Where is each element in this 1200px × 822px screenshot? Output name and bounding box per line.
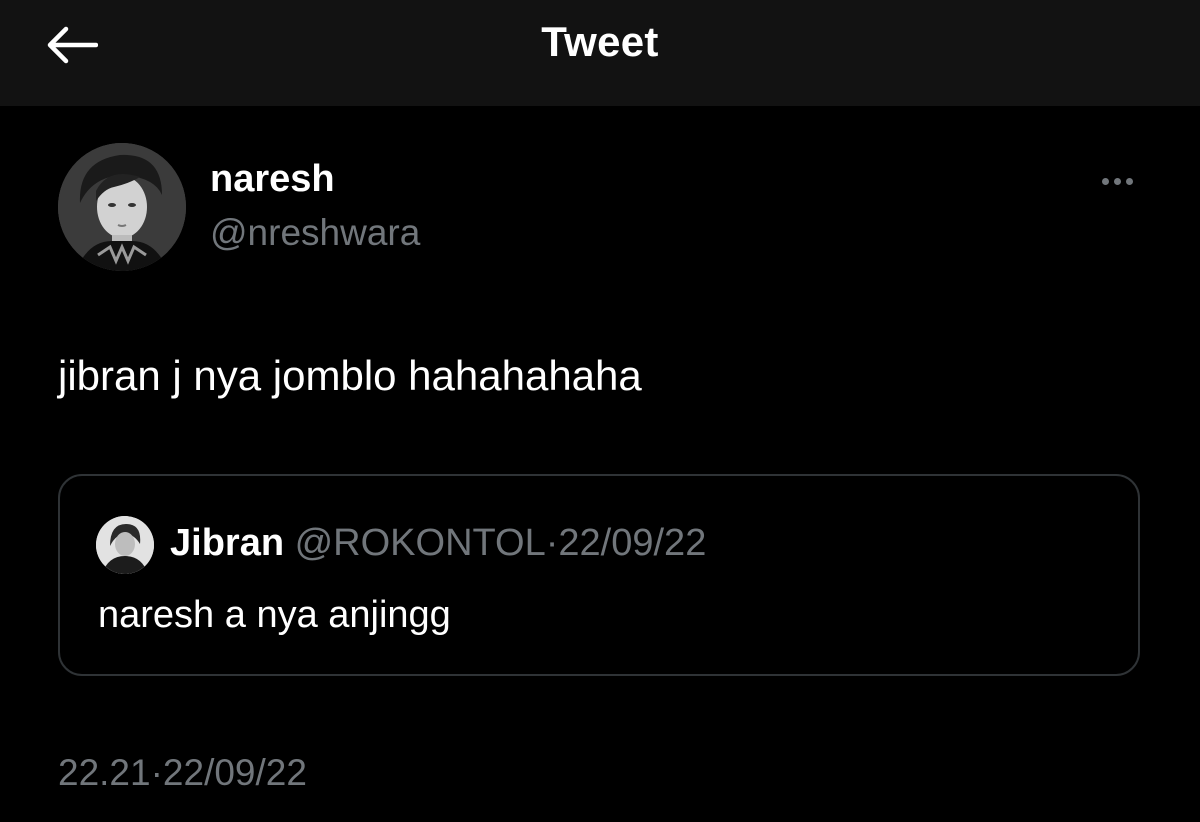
quoted-author-handle: @ROKONTOL	[294, 522, 546, 564]
quoted-tweet-text: naresh a nya anjingg	[98, 594, 451, 636]
top-bar: Tweet	[0, 0, 1200, 106]
tweet-detail-page: Tweet naresh @nreshwara jibran j nya jom…	[0, 0, 1200, 822]
author-handle[interactable]: @nreshwara	[210, 212, 420, 254]
quoted-tweet-card[interactable]: Jibran @ROKONTOL·22/09/22 naresh a nya a…	[58, 474, 1140, 676]
timestamp-time: 22.21	[58, 752, 151, 793]
page-title: Tweet	[541, 18, 659, 65]
more-dot	[1125, 177, 1133, 185]
author-name[interactable]: naresh	[210, 158, 335, 201]
quoted-date: 22/09/22	[558, 522, 707, 564]
quoted-author-avatar[interactable]	[96, 516, 154, 574]
more-options-button[interactable]	[1092, 166, 1142, 196]
author-avatar[interactable]	[58, 143, 186, 271]
timestamp-separator: ·	[150, 752, 163, 793]
quoted-tweet-header: Jibran @ROKONTOL·22/09/22	[170, 522, 706, 565]
avatar-image	[58, 143, 186, 271]
tweet-text: jibran j nya jomblo hahahahaha	[58, 352, 642, 399]
tweet-timestamp[interactable]: 22.21·22/09/22	[58, 752, 307, 794]
quoted-author-name: Jibran	[170, 522, 285, 564]
timestamp-date: 22/09/22	[162, 752, 307, 793]
quoted-separator: ·	[545, 522, 559, 564]
quoted-avatar-image	[96, 516, 154, 574]
more-dot	[1113, 177, 1121, 185]
more-horizontal-icon	[1101, 177, 1109, 185]
